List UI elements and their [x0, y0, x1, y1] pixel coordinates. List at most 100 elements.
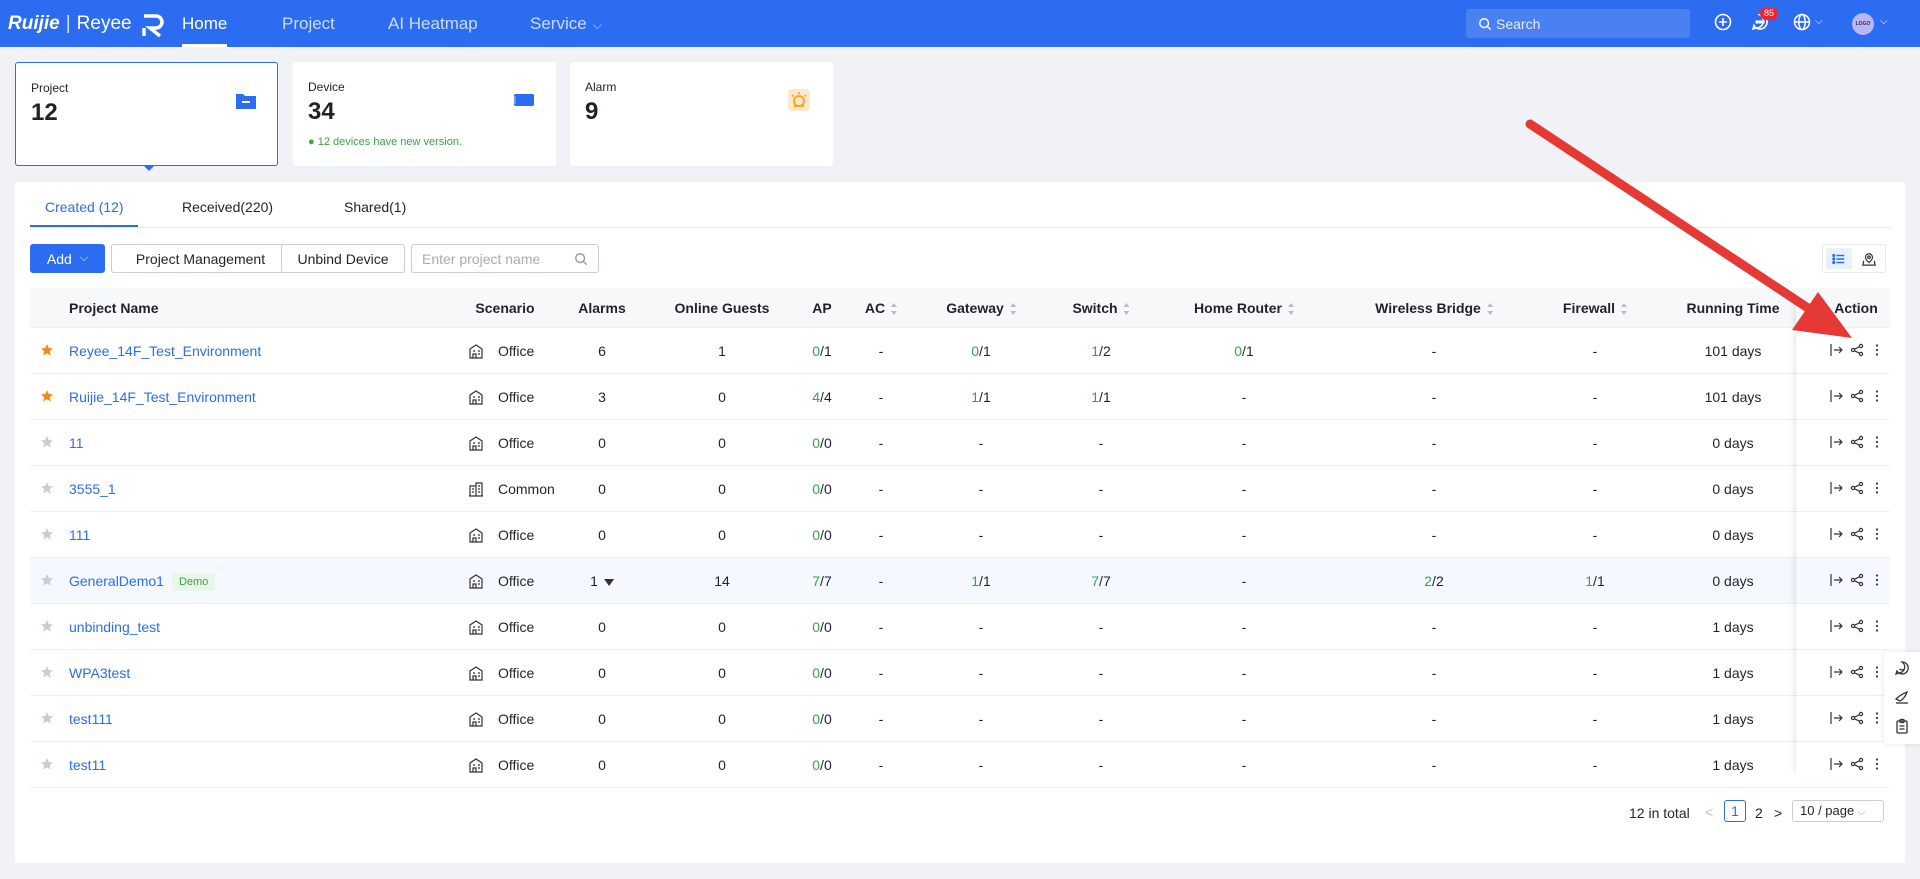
device-icon: [514, 94, 534, 106]
tab-created[interactable]: Created (12): [45, 199, 124, 215]
enter-project-icon[interactable]: [1829, 665, 1843, 679]
ac-count: -: [878, 389, 884, 405]
pagination-prev[interactable]: <: [1705, 804, 1713, 820]
add-circle-icon[interactable]: [1713, 12, 1735, 34]
pagination-next[interactable]: >: [1774, 805, 1782, 821]
pagination-page-2[interactable]: 2: [1755, 805, 1763, 821]
favorite-star-icon[interactable]: [40, 527, 54, 541]
globe-icon[interactable]: [1792, 12, 1814, 34]
nav-ai-heatmap[interactable]: AI Heatmap: [388, 0, 478, 47]
enter-project-icon[interactable]: [1829, 527, 1843, 541]
more-options-icon[interactable]: [1870, 481, 1884, 495]
favorite-star-icon[interactable]: [40, 665, 54, 679]
project-name-link[interactable]: WPA3test: [69, 650, 130, 696]
favorite-star-icon[interactable]: [40, 619, 54, 633]
list-view-icon[interactable]: [1826, 248, 1852, 269]
more-options-icon[interactable]: [1870, 527, 1884, 541]
switch-count: -: [1098, 527, 1104, 543]
enter-project-icon[interactable]: [1829, 343, 1843, 357]
favorite-star-icon[interactable]: [40, 573, 54, 587]
col-switch[interactable]: Switch: [1072, 288, 1130, 328]
avatar[interactable]: LOGO: [1852, 13, 1874, 35]
project-name-link[interactable]: GeneralDemo1 Demo: [69, 558, 216, 604]
add-button[interactable]: Add ⌵: [30, 244, 105, 273]
global-search[interactable]: Search: [1466, 9, 1690, 38]
col-alarms: Alarms: [578, 300, 626, 316]
pagination-page-1[interactable]: 1: [1724, 800, 1746, 822]
feedback-icon[interactable]: [1894, 689, 1910, 705]
share-icon[interactable]: [1850, 527, 1864, 541]
project-name-link[interactable]: test11: [69, 742, 106, 788]
more-options-icon[interactable]: [1870, 573, 1884, 587]
nav-project[interactable]: Project: [282, 0, 335, 47]
more-options-icon[interactable]: [1870, 389, 1884, 403]
ap-count: 7/7: [812, 573, 832, 589]
col-gateway[interactable]: Gateway: [946, 288, 1016, 328]
map-view-icon[interactable]: [1856, 248, 1882, 269]
share-icon[interactable]: [1850, 573, 1864, 587]
alarm-stat-card[interactable]: Alarm 9: [570, 62, 833, 166]
share-icon[interactable]: [1850, 343, 1864, 357]
project-name-link[interactable]: test111: [69, 696, 113, 742]
chat-support-icon[interactable]: [1894, 660, 1910, 676]
share-icon[interactable]: [1850, 435, 1864, 449]
enter-project-icon[interactable]: [1829, 757, 1843, 771]
unbind-device-button[interactable]: Unbind Device: [281, 244, 405, 273]
enter-project-icon[interactable]: [1829, 619, 1843, 633]
nav-home[interactable]: Home: [182, 0, 228, 47]
more-options-icon[interactable]: [1870, 619, 1884, 633]
nav-service[interactable]: Service ⌵: [530, 0, 602, 47]
more-options-icon[interactable]: [1870, 343, 1884, 357]
share-icon[interactable]: [1850, 619, 1864, 633]
col-wireless-bridge[interactable]: Wireless Bridge: [1375, 288, 1493, 328]
enter-project-icon[interactable]: [1829, 389, 1843, 403]
more-options-icon[interactable]: [1870, 665, 1884, 679]
project-name-link[interactable]: 11: [69, 420, 84, 466]
favorite-star-icon[interactable]: [40, 711, 54, 725]
col-home-router[interactable]: Home Router: [1194, 288, 1294, 328]
share-icon[interactable]: [1850, 665, 1864, 679]
more-options-icon[interactable]: [1870, 711, 1884, 725]
more-options-icon[interactable]: [1870, 435, 1884, 449]
favorite-star-icon[interactable]: [40, 389, 54, 403]
favorite-star-icon[interactable]: [40, 757, 54, 771]
online-guests-value: 0: [718, 481, 726, 497]
device-stat-card[interactable]: Device 34 ● 12 devices have new version.: [293, 62, 556, 166]
tab-received[interactable]: Received(220): [182, 199, 273, 215]
alarms-value[interactable]: 1: [590, 558, 614, 604]
scenario-value: Office: [498, 527, 535, 543]
clipboard-icon[interactable]: [1894, 718, 1910, 734]
project-name-link[interactable]: 3555_1: [69, 466, 116, 512]
share-icon[interactable]: [1850, 389, 1864, 403]
project-name-link[interactable]: Ruijie_14F_Test_Environment: [69, 374, 256, 420]
favorite-star-icon[interactable]: [40, 435, 54, 449]
gateway-count: -: [978, 665, 984, 681]
table-row: 111 Office 0 0 0/0 - - - - - - 0 days: [30, 512, 1890, 558]
running-time-value: 1 days: [1712, 619, 1754, 635]
search-icon: [1479, 17, 1492, 30]
more-options-icon[interactable]: [1870, 757, 1884, 771]
enter-project-icon[interactable]: [1829, 573, 1843, 587]
page-size-select[interactable]: 10 / page ⌵: [1792, 800, 1884, 822]
project-name-link[interactable]: 111: [69, 512, 90, 558]
project-name-link[interactable]: unbinding_test: [69, 604, 160, 650]
brand-logo[interactable]: Ruijie | Reyee: [8, 0, 170, 47]
enter-project-icon[interactable]: [1829, 711, 1843, 725]
firewall-count: -: [1592, 619, 1598, 635]
project-name-link[interactable]: Reyee_14F_Test_Environment: [69, 328, 261, 374]
enter-project-icon[interactable]: [1829, 435, 1843, 449]
col-firewall[interactable]: Firewall: [1563, 288, 1628, 328]
share-icon[interactable]: [1850, 757, 1864, 771]
favorite-star-icon[interactable]: [40, 481, 54, 495]
favorite-star-icon[interactable]: [40, 343, 54, 357]
project-search-input[interactable]: Enter project name: [411, 244, 599, 273]
col-ac[interactable]: AC: [865, 288, 898, 328]
tab-shared[interactable]: Shared(1): [344, 199, 406, 215]
ap-count: 0/0: [812, 481, 832, 497]
project-stat-card[interactable]: Project 12: [15, 62, 278, 166]
project-management-button[interactable]: Project Management: [111, 244, 290, 273]
switch-count: -: [1098, 619, 1104, 635]
share-icon[interactable]: [1850, 481, 1864, 495]
share-icon[interactable]: [1850, 711, 1864, 725]
enter-project-icon[interactable]: [1829, 481, 1843, 495]
